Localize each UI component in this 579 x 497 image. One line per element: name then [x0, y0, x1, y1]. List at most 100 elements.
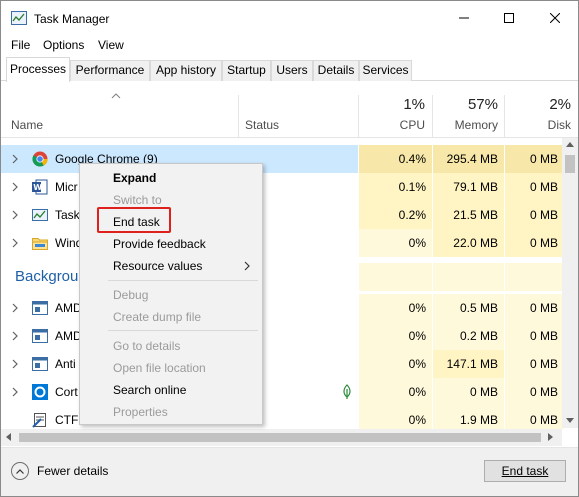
cpu-value: 0%	[408, 301, 426, 315]
chevron-right-icon[interactable]	[12, 210, 18, 220]
cpu-value: 0%	[408, 357, 426, 371]
svg-text:W: W	[33, 183, 42, 192]
process-name: Cort	[55, 385, 78, 399]
memory-value: 0.2 MB	[459, 329, 498, 343]
close-button[interactable]	[532, 1, 578, 35]
tab-performance[interactable]: Performance	[70, 60, 150, 81]
cpu-value: 0.2%	[398, 208, 426, 222]
chevron-right-icon[interactable]	[12, 387, 18, 397]
maximize-icon	[504, 13, 514, 23]
ctf-loader-icon	[32, 413, 46, 428]
menu-item-go-to-details: Go to details	[113, 339, 181, 353]
task-manager-icon	[32, 209, 48, 221]
menu-view[interactable]: View	[98, 38, 124, 52]
leaf-icon	[343, 384, 351, 399]
task-manager-window: Task Manager File Options View Processes…	[0, 0, 579, 497]
end-task-label: End task	[501, 464, 549, 478]
maximize-button[interactable]	[486, 1, 532, 35]
title-bar[interactable]: Task Manager	[1, 1, 578, 35]
column-disk[interactable]: Disk	[505, 118, 571, 132]
app-window-icon	[32, 301, 48, 315]
memory-value: 1.9 MB	[459, 413, 498, 427]
cpu-value: 0%	[408, 413, 426, 427]
context-menu: Expand Switch to End task Provide feedba…	[79, 163, 263, 425]
scroll-thumb[interactable]	[19, 433, 541, 442]
scroll-left-icon[interactable]	[6, 433, 11, 441]
folder-icon	[32, 238, 48, 250]
fewer-details-button[interactable]: Fewer details	[11, 460, 108, 482]
word-icon: W	[32, 179, 48, 195]
chevron-right-icon[interactable]	[12, 238, 18, 248]
window-title: Task Manager	[34, 12, 110, 26]
scroll-up-icon[interactable]	[566, 142, 574, 147]
column-header: Name Status 1% CPU 57% Memory 2% Disk	[1, 81, 578, 138]
sort-up-icon	[111, 93, 121, 99]
menu-bar: File Options View	[1, 35, 578, 55]
disk-total: 2%	[549, 96, 571, 113]
footer-bar: Fewer details End task	[1, 447, 578, 496]
memory-value: 295.4 MB	[446, 152, 498, 166]
disk-value: 0 MB	[529, 208, 558, 222]
chevron-right-icon[interactable]	[12, 331, 18, 341]
tab-app-history[interactable]: App history	[150, 60, 222, 81]
column-memory[interactable]: Memory	[433, 118, 498, 132]
tab-startup[interactable]: Startup	[222, 60, 271, 81]
vertical-scrollbar[interactable]	[562, 138, 578, 428]
disk-value: 0 MB	[529, 180, 558, 194]
chevron-right-icon[interactable]	[12, 303, 18, 313]
menu-item-resource-values[interactable]: Resource values	[113, 259, 202, 273]
tab-users[interactable]: Users	[271, 60, 313, 81]
disk-value: 0 MB	[529, 385, 558, 399]
menu-item-expand[interactable]: Expand	[113, 171, 156, 185]
memory-value: 22.0 MB	[453, 236, 498, 250]
horizontal-scrollbar[interactable]	[1, 429, 562, 446]
menu-item-search-online[interactable]: Search online	[113, 383, 186, 397]
chevron-right-icon[interactable]	[12, 182, 18, 192]
scroll-down-icon[interactable]	[566, 418, 574, 423]
cpu-value: 0%	[408, 329, 426, 343]
scroll-thumb[interactable]	[565, 155, 575, 173]
disk-value: 0 MB	[529, 329, 558, 343]
menu-item-switch-to: Switch to	[113, 193, 162, 207]
process-name: AMD	[55, 329, 82, 343]
tab-services[interactable]: Services	[359, 60, 412, 81]
highlight-annotation	[97, 207, 171, 233]
menu-options[interactable]: Options	[43, 38, 84, 52]
app-window-icon	[32, 329, 48, 343]
tab-details[interactable]: Details	[313, 60, 359, 81]
column-divider[interactable]	[238, 95, 239, 137]
memory-value: 147.1 MB	[446, 357, 498, 371]
memory-total: 57%	[467, 96, 498, 113]
disk-value: 0 MB	[529, 152, 558, 166]
process-name: CTF	[55, 413, 79, 427]
disk-value: 0 MB	[529, 413, 558, 427]
tab-processes[interactable]: Processes	[6, 57, 70, 82]
cpu-value: 0%	[408, 236, 426, 250]
menu-separator	[108, 280, 258, 281]
column-status[interactable]: Status	[245, 118, 279, 132]
menu-item-provide-feedback[interactable]: Provide feedback	[113, 237, 206, 251]
end-task-button[interactable]: End task	[484, 460, 566, 482]
menu-item-properties: Properties	[113, 405, 168, 419]
tab-strip: Processes Performance App history Startu…	[1, 57, 578, 82]
cpu-value: 0.1%	[398, 180, 426, 194]
memory-value: 21.5 MB	[453, 208, 498, 222]
close-icon	[550, 13, 560, 23]
process-name: AMD	[55, 301, 82, 315]
chevron-right-icon[interactable]	[12, 154, 18, 164]
cortana-icon	[32, 384, 48, 400]
menu-item-debug: Debug	[113, 288, 149, 302]
menu-file[interactable]: File	[11, 38, 30, 52]
column-cpu[interactable]: CPU	[359, 118, 425, 132]
minimize-button[interactable]	[441, 1, 487, 35]
cpu-value: 0.4%	[398, 152, 426, 166]
column-name[interactable]: Name	[11, 118, 43, 132]
chevron-right-icon[interactable]	[12, 359, 18, 369]
memory-value: 0.5 MB	[459, 301, 498, 315]
minimize-icon	[459, 17, 469, 19]
section-title: Backgrou	[15, 268, 79, 285]
scroll-right-icon[interactable]	[548, 433, 553, 441]
app-window-icon	[32, 357, 48, 371]
fewer-details-label: Fewer details	[37, 464, 109, 478]
menu-separator	[108, 330, 258, 331]
